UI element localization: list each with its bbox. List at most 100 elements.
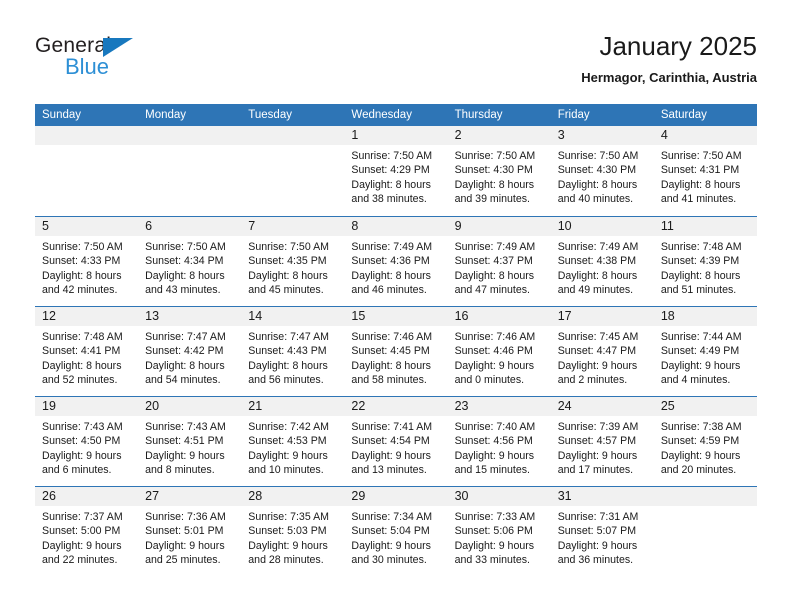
sunrise-text: Sunrise: 7:48 AM <box>42 331 123 343</box>
day-number: 9 <box>454 219 462 233</box>
day-cell[interactable]: 8 Sunrise: 7:49 AM Sunset: 4:36 PM Daylight… <box>344 217 448 306</box>
day-details: Sunrise: 7:36 AM Sunset: 5:01 PM Daylight:… <box>138 506 241 568</box>
day-number: 11 <box>660 219 674 233</box>
day-details: Sunrise: 7:38 AM Sunset: 4:59 PM Daylight:… <box>654 416 757 478</box>
daylight-text-line1: Daylight: 8 hours <box>42 269 122 282</box>
sunrise-text: Sunrise: 7:46 AM <box>454 331 536 343</box>
daylight-text-line1: Daylight: 8 hours <box>351 359 431 372</box>
day-number-band: 17 <box>550 307 654 326</box>
day-cell[interactable]: 3 Sunrise: 7:50 AM Sunset: 4:30 PM Daylight… <box>550 126 654 216</box>
day-cell-empty <box>241 126 345 216</box>
daylight-text-line1: Daylight: 9 hours <box>42 449 122 462</box>
day-cell[interactable]: 5 Sunrise: 7:50 AM Sunset: 4:33 PM Daylight… <box>35 217 139 306</box>
day-cell[interactable]: 15 Sunrise: 7:46 AM Sunset: 4:45 PM Dayligh… <box>344 307 448 396</box>
daylight-text-line2: and 56 minutes. <box>248 374 324 387</box>
day-details: Sunrise: 7:47 AM Sunset: 4:43 PM Daylight:… <box>241 326 344 388</box>
sunset-text: Sunset: 4:31 PM <box>660 164 740 177</box>
day-cell[interactable]: 1 Sunrise: 7:50 AM Sunset: 4:29 PM Daylight… <box>344 126 448 216</box>
day-cell[interactable]: 30 Sunrise: 7:33 AM Sunset: 5:06 PM Dayligh… <box>447 487 551 576</box>
sunset-text: Sunset: 4:30 PM <box>557 164 637 177</box>
day-cell[interactable]: 26 Sunrise: 7:37 AM Sunset: 5:00 PM Dayligh… <box>35 487 139 576</box>
day-cell[interactable]: 9 Sunrise: 7:49 AM Sunset: 4:37 PM Daylight… <box>447 217 551 306</box>
sunrise-text: Sunrise: 7:50 AM <box>557 150 639 162</box>
day-cell[interactable]: 4 Sunrise: 7:50 AM Sunset: 4:31 PM Daylight… <box>653 126 757 216</box>
daylight-text-line1: Daylight: 9 hours <box>454 539 535 552</box>
weekday-header-saturday: Saturday <box>660 109 707 121</box>
day-cell[interactable]: 16 Sunrise: 7:46 AM Sunset: 4:46 PM Dayligh… <box>447 307 551 396</box>
daylight-text-line1: Daylight: 8 hours <box>145 269 225 282</box>
sunset-text: Sunset: 4:37 PM <box>454 255 533 268</box>
daylight-text-line2: and 10 minutes. <box>248 464 324 477</box>
daylight-text-line1: Daylight: 9 hours <box>145 449 225 462</box>
day-cell-empty <box>35 126 139 216</box>
day-cell[interactable]: 17 Sunrise: 7:45 AM Sunset: 4:47 PM Dayligh… <box>550 307 654 396</box>
day-number-band: 10 <box>550 217 654 236</box>
daylight-text-line2: and 28 minutes. <box>248 554 324 567</box>
sunset-text: Sunset: 4:35 PM <box>248 255 327 268</box>
day-cell[interactable]: 18 Sunrise: 7:44 AM Sunset: 4:49 PM Dayligh… <box>653 307 757 396</box>
day-cell[interactable]: 7 Sunrise: 7:50 AM Sunset: 4:35 PM Daylight… <box>241 217 345 306</box>
day-cell[interactable]: 6 Sunrise: 7:50 AM Sunset: 4:34 PM Daylight… <box>138 217 242 306</box>
sunset-text: Sunset: 4:53 PM <box>248 435 327 448</box>
daylight-text-line2: and 13 minutes. <box>351 464 427 477</box>
day-cell[interactable]: 29 Sunrise: 7:34 AM Sunset: 5:04 PM Dayligh… <box>344 487 448 576</box>
daylight-text-line1: Daylight: 8 hours <box>351 178 431 191</box>
daylight-text-line1: Daylight: 9 hours <box>351 449 431 462</box>
weekday-header-thursday: Thursday <box>454 109 503 121</box>
daylight-text-line2: and 38 minutes. <box>351 193 427 206</box>
daylight-text-line2: and 47 minutes. <box>454 284 530 297</box>
day-number: 27 <box>145 489 160 503</box>
day-number-band: 8 <box>344 217 448 236</box>
day-details: Sunrise: 7:48 AM Sunset: 4:41 PM Daylight:… <box>35 326 138 388</box>
sunset-text: Sunset: 4:54 PM <box>351 435 430 448</box>
sunset-text: Sunset: 5:00 PM <box>42 525 121 538</box>
day-cell[interactable]: 14 Sunrise: 7:47 AM Sunset: 4:43 PM Dayligh… <box>241 307 345 396</box>
brand-logo[interactable]: General Blue <box>35 34 265 92</box>
day-details: Sunrise: 7:42 AM Sunset: 4:53 PM Daylight:… <box>241 416 344 478</box>
daylight-text-line2: and 45 minutes. <box>248 284 324 297</box>
day-cell[interactable]: 21 Sunrise: 7:42 AM Sunset: 4:53 PM Dayligh… <box>241 397 345 486</box>
day-number-band <box>653 487 757 506</box>
day-cell[interactable]: 25 Sunrise: 7:38 AM Sunset: 4:59 PM Dayligh… <box>653 397 757 486</box>
day-cell-empty <box>653 487 757 576</box>
day-number-band: 23 <box>447 397 551 416</box>
sunset-text: Sunset: 4:46 PM <box>454 345 533 358</box>
day-cell[interactable]: 2 Sunrise: 7:50 AM Sunset: 4:30 PM Daylight… <box>447 126 551 216</box>
day-number: 2 <box>454 128 462 142</box>
sunset-text: Sunset: 4:39 PM <box>660 255 740 268</box>
day-details: Sunrise: 7:40 AM Sunset: 4:56 PM Daylight:… <box>448 416 551 478</box>
day-number: 25 <box>660 399 675 413</box>
day-number-band: 25 <box>653 397 757 416</box>
sunrise-text: Sunrise: 7:37 AM <box>42 511 123 523</box>
day-number-band: 28 <box>241 487 345 506</box>
day-cell[interactable]: 31 Sunrise: 7:31 AM Sunset: 5:07 PM Dayligh… <box>550 487 654 576</box>
daylight-text-line1: Daylight: 9 hours <box>557 359 638 372</box>
sunrise-text: Sunrise: 7:34 AM <box>351 511 433 523</box>
day-cell[interactable]: 20 Sunrise: 7:43 AM Sunset: 4:51 PM Dayligh… <box>138 397 242 486</box>
day-cell[interactable]: 13 Sunrise: 7:47 AM Sunset: 4:42 PM Dayligh… <box>138 307 242 396</box>
day-number-band <box>138 126 242 145</box>
day-number: 7 <box>248 219 256 233</box>
day-cell[interactable]: 27 Sunrise: 7:36 AM Sunset: 5:01 PM Dayligh… <box>138 487 242 576</box>
day-number-band: 22 <box>344 397 448 416</box>
day-cell[interactable]: 24 Sunrise: 7:39 AM Sunset: 4:57 PM Dayligh… <box>550 397 654 486</box>
day-cell[interactable]: 23 Sunrise: 7:40 AM Sunset: 4:56 PM Dayligh… <box>447 397 551 486</box>
sunrise-text: Sunrise: 7:43 AM <box>145 421 226 433</box>
day-cell[interactable]: 12 Sunrise: 7:48 AM Sunset: 4:41 PM Dayligh… <box>35 307 139 396</box>
sunrise-text: Sunrise: 7:50 AM <box>42 241 123 253</box>
day-details: Sunrise: 7:49 AM Sunset: 4:36 PM Daylight:… <box>344 236 447 298</box>
day-cell[interactable]: 19 Sunrise: 7:43 AM Sunset: 4:50 PM Dayligh… <box>35 397 139 486</box>
daylight-text-line2: and 43 minutes. <box>145 284 221 297</box>
sunset-text: Sunset: 5:03 PM <box>248 525 327 538</box>
daylight-text-line2: and 51 minutes. <box>660 284 737 297</box>
sunset-text: Sunset: 4:33 PM <box>42 255 121 268</box>
day-cell[interactable]: 22 Sunrise: 7:41 AM Sunset: 4:54 PM Dayligh… <box>344 397 448 486</box>
daylight-text-line1: Daylight: 9 hours <box>145 539 225 552</box>
day-cell[interactable]: 10 Sunrise: 7:49 AM Sunset: 4:38 PM Dayligh… <box>550 217 654 306</box>
day-details: Sunrise: 7:47 AM Sunset: 4:42 PM Daylight:… <box>138 326 241 388</box>
day-cell[interactable]: 11 Sunrise: 7:48 AM Sunset: 4:39 PM Dayligh… <box>653 217 757 306</box>
daylight-text-line1: Daylight: 9 hours <box>557 449 638 462</box>
day-details: Sunrise: 7:34 AM Sunset: 5:04 PM Daylight:… <box>344 506 447 568</box>
day-cell[interactable]: 28 Sunrise: 7:35 AM Sunset: 5:03 PM Dayligh… <box>241 487 345 576</box>
day-details: Sunrise: 7:41 AM Sunset: 4:54 PM Daylight:… <box>344 416 447 478</box>
